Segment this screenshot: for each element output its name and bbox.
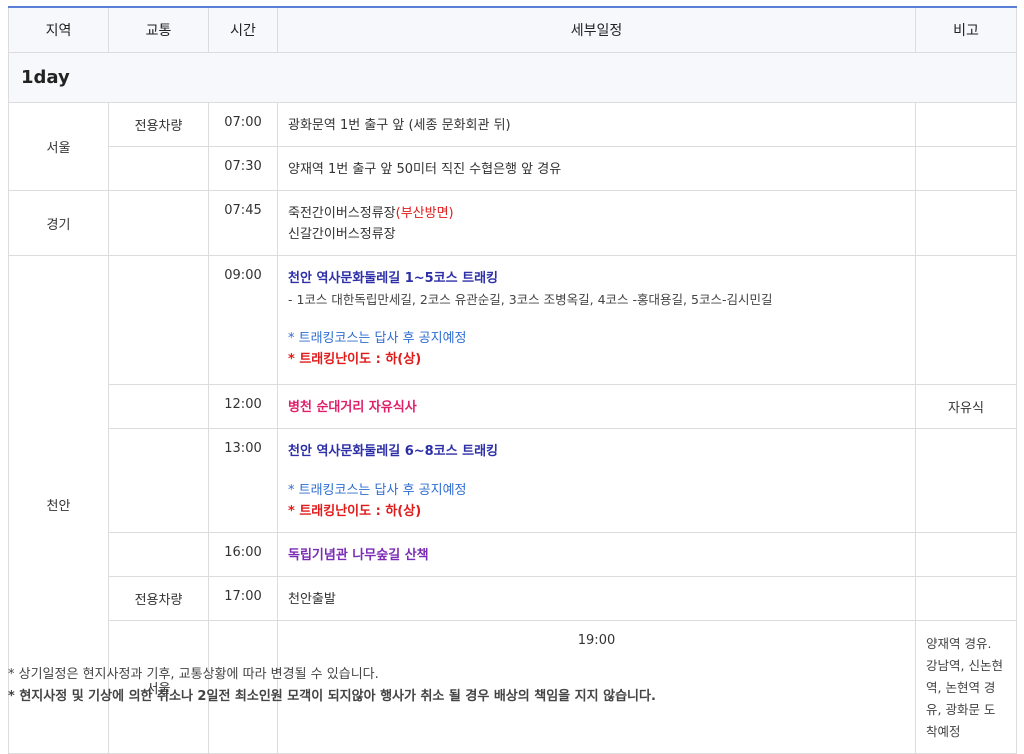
table-row: 16:00 독립기념관 나무숲길 산책 — [9, 532, 1017, 577]
detail-cell: 죽전간이버스정류장(부산방면) 신갈간이버스정류장 — [277, 190, 916, 256]
detail-cell: 천안 역사문화둘레길 6~8코스 트래킹 * 트래킹코스는 답사 후 공지예정 … — [277, 428, 916, 533]
remark-cell — [915, 532, 1017, 577]
transport-cell: 전용차량 — [108, 576, 209, 621]
table-row: 천안 09:00 천안 역사문화둘레길 1~5코스 트래킹 - 1코스 대한독립… — [8, 255, 1017, 754]
table-row: 13:00 천안 역사문화둘레길 6~8코스 트래킹 * 트래킹코스는 답사 후… — [9, 428, 1017, 533]
footnote: * 현지사정 및 기상에 의한 취소나 2일전 최소인원 모객이 되지않아 행사… — [8, 689, 656, 704]
activity-title: 병천 순대거리 자유식사 — [288, 400, 417, 415]
header-region: 지역 — [8, 6, 109, 53]
transport-cell — [108, 255, 209, 385]
transport-cell — [108, 146, 209, 191]
time-cell: 13:00 — [208, 428, 278, 533]
remark-cell — [915, 102, 1017, 147]
region-cell: 서울 — [8, 102, 109, 191]
transport-cell — [108, 384, 209, 429]
table-row: 07:30 양재역 1번 출구 앞 50미터 직진 수협은행 앞 경유 — [9, 146, 1017, 191]
course-list: - 1코스 대한독립만세길, 2코스 유관순길, 3코스 조병옥길, 4코스 -… — [288, 292, 773, 307]
transport-cell — [108, 532, 209, 577]
time-cell: 09:00 — [208, 255, 278, 385]
region-cell: 경기 — [8, 190, 109, 256]
remark-cell — [915, 190, 1017, 256]
detail-cell: 천안 역사문화둘레길 1~5코스 트래킹 - 1코스 대한독립만세길, 2코스 … — [277, 255, 916, 385]
course-note: * 트래킹코스는 답사 후 공지예정 — [288, 331, 467, 346]
table-row: 12:00 병천 순대거리 자유식사 자유식 — [9, 384, 1017, 429]
header-transport: 교통 — [108, 6, 209, 53]
detail-text: 양재역 경유. 강남역, 신논현역, 논현역 경유, 광화문 도착예정 — [926, 636, 1003, 739]
transport-cell — [108, 190, 209, 256]
detail-line: 죽전간이버스정류장(부산방면) — [288, 203, 905, 224]
direction-note: (부산방면) — [395, 206, 454, 221]
header-remarks: 비고 — [915, 6, 1017, 53]
header-time: 시간 — [208, 6, 278, 53]
difficulty-note: * 트래킹난이도 : 하(상) — [288, 352, 422, 367]
remark-cell — [915, 576, 1017, 621]
detail-cell: 양재역 1번 출구 앞 50미터 직진 수협은행 앞 경유 — [277, 146, 916, 191]
footnotes: * 상기일정은 현지사정과 기후, 교통상황에 따라 변경될 수 있습니다. *… — [8, 664, 656, 708]
detail-text: 양재역 1번 출구 앞 50미터 직진 수협은행 앞 경유 — [288, 162, 562, 177]
detail-line: 신갈간이버스정류장 — [288, 227, 396, 242]
remark-cell — [915, 428, 1017, 533]
remark-cell — [915, 146, 1017, 191]
detail-cell: 양재역 경유. 강남역, 신논현역, 논현역 경유, 광화문 도착예정 — [915, 620, 1017, 754]
course-note: * 트래킹코스는 답사 후 공지예정 — [288, 483, 467, 498]
transport-cell — [108, 428, 209, 533]
transport-cell: 전용차량 — [108, 102, 209, 147]
table-header: 지역 교통 시간 세부일정 비고 — [8, 6, 1017, 53]
detail-text: 천안출발 — [288, 592, 336, 607]
detail-cell: 천안출발 — [277, 576, 916, 621]
footnote: * 상기일정은 현지사정과 기후, 교통상황에 따라 변경될 수 있습니다. — [8, 667, 379, 682]
time-cell: 16:00 — [208, 532, 278, 577]
difficulty-note: * 트래킹난이도 : 하(상) — [288, 504, 422, 519]
time-cell: 07:45 — [208, 190, 278, 256]
detail-cell: 병천 순대거리 자유식사 — [277, 384, 916, 429]
time-cell: 07:00 — [208, 102, 278, 147]
detail-cell: 광화문역 1번 출구 앞 (세종 문화회관 뒤) — [277, 102, 916, 147]
remark-cell — [915, 255, 1017, 385]
remark-cell: 자유식 — [915, 384, 1017, 429]
day-label: 1day — [8, 52, 1017, 103]
time-cell: 17:00 — [208, 576, 278, 621]
activity-title: 천안 역사문화둘레길 1~5코스 트래킹 — [288, 271, 499, 286]
activity-title: 천안 역사문화둘레길 6~8코스 트래킹 — [288, 444, 499, 459]
table-row: 서울 전용차량 07:00 광화문역 1번 출구 앞 (세종 문화회관 뒤) — [8, 102, 1017, 191]
stop-name: 죽전간이버스정류장 — [288, 206, 396, 221]
header-details: 세부일정 — [277, 6, 916, 53]
schedule-table: 지역 교통 시간 세부일정 비고 1day 서울 전용차량 07:00 광화문역… — [8, 6, 1017, 754]
detail-text: 광화문역 1번 출구 앞 (세종 문화회관 뒤) — [288, 118, 511, 133]
time-cell: 12:00 — [208, 384, 278, 429]
activity-title: 독립기념관 나무숲길 산책 — [288, 548, 429, 563]
table-row: 경기 07:45 죽전간이버스정류장(부산방면) 신갈간이버스정류장 — [8, 190, 1017, 256]
time-cell: 07:30 — [208, 146, 278, 191]
detail-cell: 독립기념관 나무숲길 산책 — [277, 532, 916, 577]
table-row: 전용차량 17:00 천안출발 — [9, 576, 1017, 621]
day-row: 1day — [8, 52, 1017, 103]
